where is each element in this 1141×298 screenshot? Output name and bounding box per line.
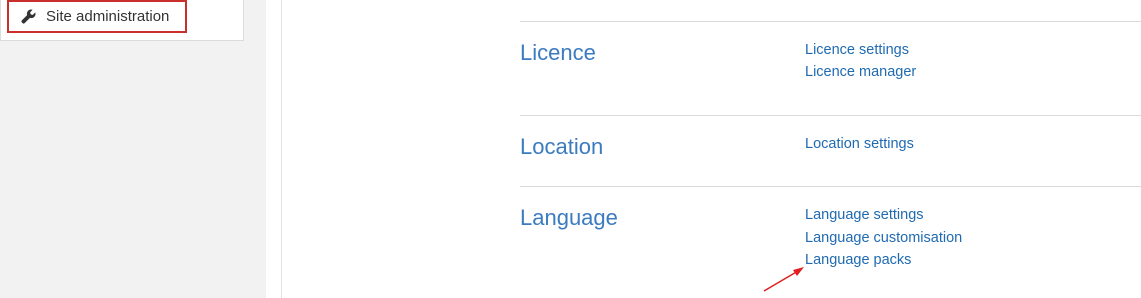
location-settings-link[interactable]: Location settings xyxy=(805,135,914,153)
nav-card: Site administration xyxy=(0,0,244,41)
language-settings-link[interactable]: Language settings xyxy=(805,206,924,224)
wrench-icon xyxy=(21,9,36,24)
main-content xyxy=(282,0,1141,298)
section-divider xyxy=(520,21,1141,22)
section-title-language: Language xyxy=(520,205,618,230)
licence-manager-link[interactable]: Licence manager xyxy=(805,63,916,81)
section-title-location: Location xyxy=(520,134,604,159)
section-divider xyxy=(520,115,1141,116)
section-divider xyxy=(520,186,1141,187)
site-administration-link[interactable]: Site administration xyxy=(7,0,187,33)
sidebar: Site administration xyxy=(0,0,266,298)
site-administration-label: Site administration xyxy=(46,8,170,25)
section-title-licence: Licence xyxy=(520,40,596,65)
licence-settings-link[interactable]: Licence settings xyxy=(805,41,909,59)
language-customisation-link[interactable]: Language customisation xyxy=(805,229,962,247)
language-packs-link[interactable]: Language packs xyxy=(805,251,911,269)
